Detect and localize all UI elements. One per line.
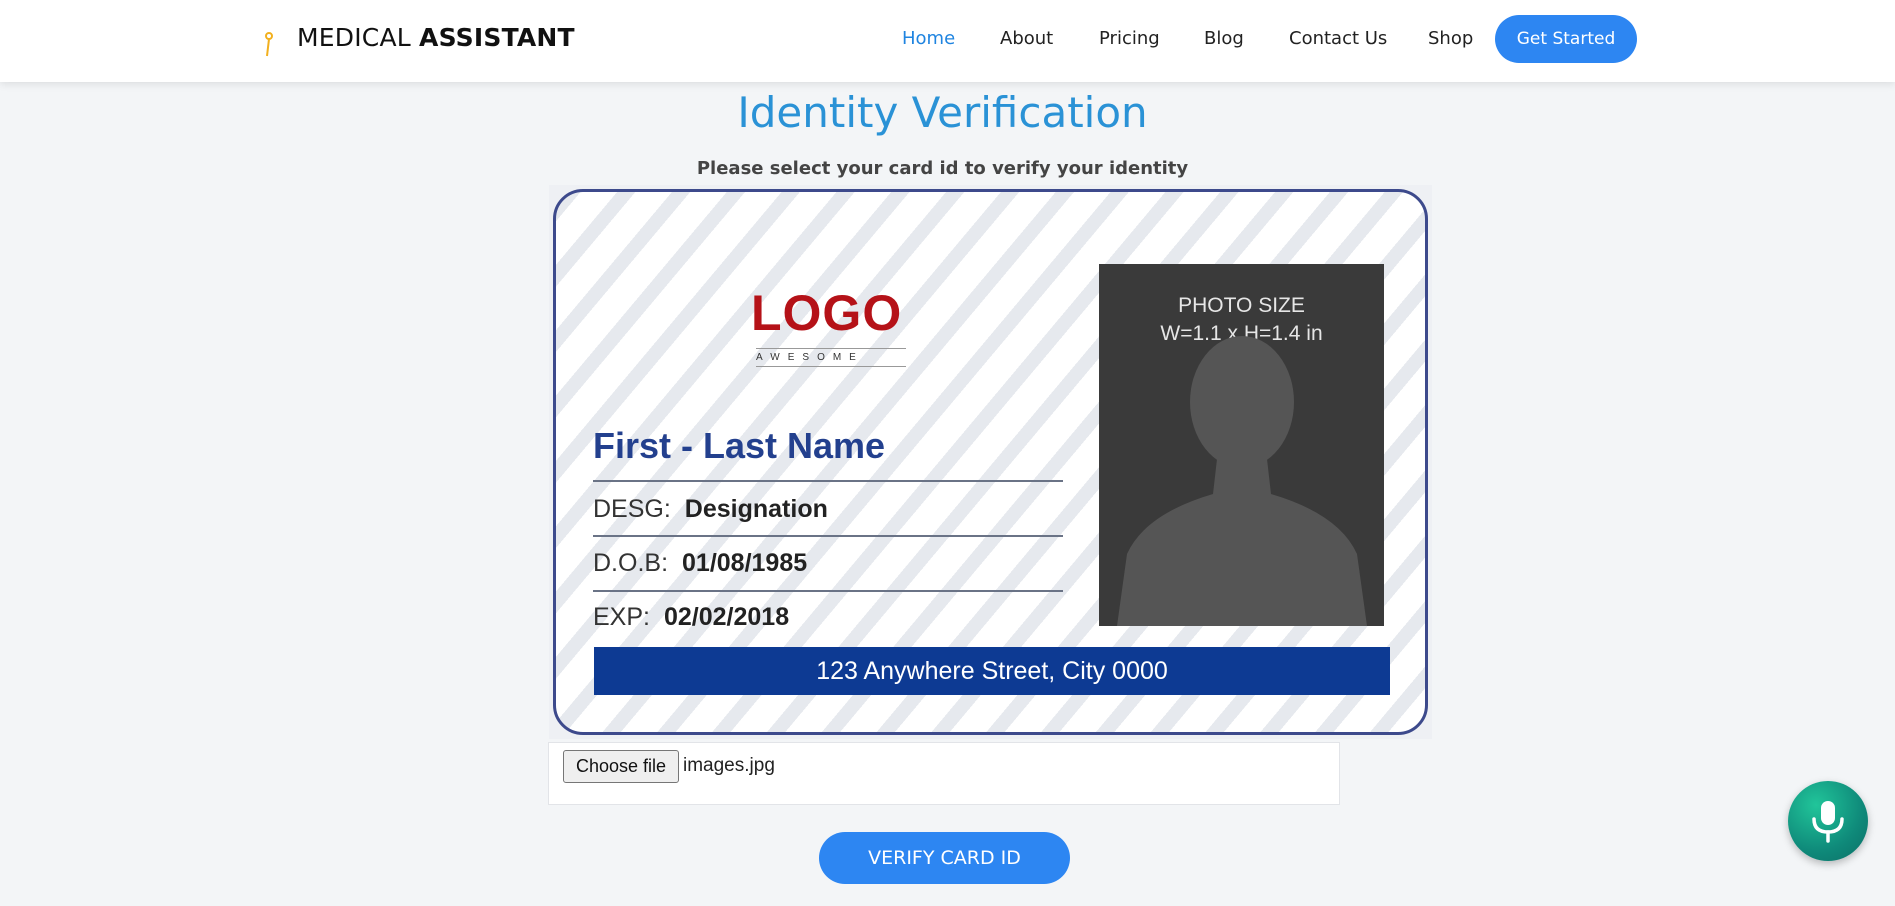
card-dob: D.O.B: 01/08/1985 (593, 549, 807, 578)
verify-card-id-button[interactable]: VERIFY CARD ID (819, 832, 1070, 884)
dob-value: 01/08/1985 (682, 549, 808, 577)
selected-file-name: images.jpg (683, 755, 775, 776)
nav-about[interactable]: About (1000, 28, 1053, 49)
file-upload-field[interactable]: Choose file images.jpg (548, 742, 1340, 805)
page-subtitle: Please select your card id to verify you… (696, 158, 1189, 179)
nav-home[interactable]: Home (902, 28, 955, 49)
nav-shop[interactable]: Shop (1428, 28, 1473, 49)
nav-contact-us[interactable]: Contact Us (1289, 28, 1387, 49)
dob-label: D.O.B: (593, 549, 669, 577)
silhouette-icon (1117, 336, 1367, 626)
get-started-button[interactable]: Get Started (1495, 15, 1637, 63)
card-divider (593, 590, 1063, 592)
microphone-icon (1812, 801, 1844, 843)
voice-assistant-button[interactable] (1788, 781, 1868, 861)
id-card: LOGO AWESOME First - Last Name DESG: Desi… (553, 189, 1428, 735)
page-title: Identity Verification (737, 88, 1148, 137)
card-expiry: EXP: 02/02/2018 (593, 603, 789, 632)
stethoscope-icon (265, 32, 273, 57)
card-divider (593, 480, 1063, 482)
card-divider (593, 535, 1063, 537)
card-designation: DESG: Designation (593, 495, 828, 524)
id-card-preview: LOGO AWESOME First - Last Name DESG: Desi… (549, 185, 1432, 739)
brand-name[interactable]: MEDICAL ASSISTANT (297, 23, 575, 52)
card-holder-name: First - Last Name (593, 425, 886, 466)
nav-blog[interactable]: Blog (1204, 28, 1244, 49)
expiry-value: 02/02/2018 (663, 603, 790, 631)
photo-placeholder: PHOTO SIZE W=1.1 x H=1.4 in (1099, 264, 1384, 626)
brand-name-light: MEDICAL (297, 23, 420, 52)
card-logo-subtitle: AWESOME (756, 348, 906, 367)
choose-file-button[interactable]: Choose file (563, 750, 679, 783)
top-navbar: MEDICAL ASSISTANT Home About Pricing Blo… (0, 0, 1895, 82)
brand-name-bold: ASSISTANT (419, 23, 575, 52)
designation-value: Designation (684, 495, 828, 523)
card-logo: LOGO (751, 285, 903, 341)
designation-label: DESG: (593, 495, 671, 523)
expiry-label: EXP: (593, 603, 650, 631)
card-address-bar: 123 Anywhere Street, City 0000 (594, 647, 1390, 695)
nav-pricing[interactable]: Pricing (1099, 28, 1160, 49)
